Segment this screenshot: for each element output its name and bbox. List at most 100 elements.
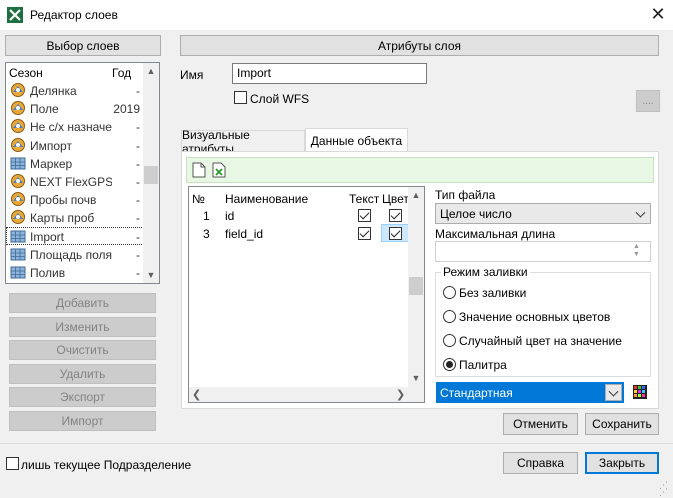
fill-option-label: Случайный цвет на значение bbox=[459, 334, 622, 348]
layer-name: NEXT FlexGPS bbox=[30, 175, 112, 189]
delete-button[interactable]: Удалить bbox=[9, 363, 156, 384]
save-button[interactable]: Сохранить bbox=[585, 413, 659, 435]
name-input[interactable]: Import bbox=[232, 63, 427, 84]
layer-name: Не с/х назначения bbox=[30, 120, 112, 135]
layer-year: - bbox=[136, 84, 140, 98]
layer-list-item[interactable]: Площадь поля 2 - bbox=[6, 245, 144, 263]
radio-button[interactable] bbox=[443, 358, 456, 371]
layer-list-item[interactable]: Пробы почв - bbox=[6, 190, 144, 208]
max-length-input[interactable] bbox=[435, 241, 651, 262]
layer-attributes-header-button[interactable]: Атрибуты слоя bbox=[180, 35, 659, 56]
grid-scroll-up-icon[interactable]: ▲ bbox=[408, 187, 424, 203]
grid-scroll-right-icon[interactable]: ❯ bbox=[396, 388, 405, 401]
new-document-icon[interactable] bbox=[192, 162, 206, 178]
footer-divider bbox=[0, 443, 673, 444]
palette-dropdown-button[interactable] bbox=[605, 384, 622, 401]
scroll-up-arrow-icon[interactable]: ▲ bbox=[143, 63, 159, 79]
edit-button[interactable]: Изменить bbox=[9, 316, 156, 337]
palette-value: Стандартная bbox=[440, 386, 513, 400]
layer-name: Маркер bbox=[30, 156, 73, 171]
grid-vertical-scrollbar[interactable]: ▲ ▼ bbox=[408, 187, 424, 387]
color-checkbox[interactable] bbox=[389, 209, 402, 222]
layer-list-item[interactable]: Делянка - bbox=[6, 81, 144, 99]
fill-option-label: Значение основных цветов bbox=[459, 310, 611, 324]
file-type-select[interactable]: Целое число bbox=[435, 203, 651, 224]
layer-year: - bbox=[136, 193, 140, 208]
layer-name: Импорт bbox=[30, 138, 72, 153]
grid-cell-name[interactable]: field_id bbox=[225, 227, 263, 241]
close-button[interactable]: Закрыть bbox=[585, 452, 659, 474]
layer-list-item[interactable]: Импорт - bbox=[6, 136, 144, 154]
grid-horizontal-scrollbar[interactable]: ❮ ❯ bbox=[189, 387, 424, 402]
add-button[interactable]: Добавить bbox=[9, 293, 156, 313]
grid-header-color[interactable]: Цвет bbox=[382, 192, 409, 206]
export-button[interactable]: Экспорт bbox=[9, 387, 156, 407]
only-current-division-label: лишь текущее Подразделение bbox=[21, 458, 192, 472]
attributes-grid[interactable]: № Наименование Текст Цвет 1 id 3 field_id ▲… bbox=[188, 186, 425, 403]
palette-editor-icon[interactable] bbox=[633, 385, 647, 399]
layer-year: - bbox=[136, 247, 140, 262]
only-current-division-checkbox[interactable] bbox=[6, 457, 19, 470]
grid-layer-icon bbox=[10, 266, 26, 279]
year-column-header[interactable]: Год bbox=[112, 66, 131, 80]
grid-cell-name[interactable]: id bbox=[225, 209, 234, 223]
fill-option-label: Палитра bbox=[459, 358, 507, 372]
polygon-layer-icon bbox=[11, 83, 25, 97]
layer-year: - bbox=[136, 156, 140, 171]
grid-layer-icon bbox=[10, 248, 26, 261]
season-column-header[interactable]: Сезон bbox=[9, 66, 43, 80]
layer-year: - bbox=[136, 138, 140, 153]
text-checkbox[interactable] bbox=[358, 209, 371, 222]
grid-scroll-down-icon[interactable]: ▼ bbox=[408, 370, 424, 386]
delete-document-icon[interactable] bbox=[212, 162, 226, 178]
layer-list-item[interactable]: Полив - bbox=[6, 263, 144, 281]
radio-button[interactable] bbox=[443, 334, 456, 347]
help-button[interactable]: Справка bbox=[503, 452, 578, 474]
chevron-down-icon bbox=[635, 207, 646, 218]
layer-year: 2019 bbox=[113, 102, 140, 117]
wfs-layer-label: Слой WFS bbox=[250, 92, 310, 106]
layer-year: - bbox=[136, 120, 140, 135]
color-checkbox[interactable] bbox=[389, 227, 402, 240]
layer-list-item[interactable]: Import - bbox=[6, 226, 144, 245]
layer-name: Площадь поля 2 bbox=[30, 247, 112, 262]
layer-name: Import bbox=[30, 229, 65, 244]
close-window-button[interactable]: ✕ bbox=[648, 4, 668, 24]
tab-visual-attributes[interactable]: Визуальные атрибуты bbox=[181, 128, 305, 156]
max-length-spinner-icon[interactable]: ▲ ▼ bbox=[633, 243, 640, 259]
layer-list-item[interactable]: NEXT FlexGPS - bbox=[6, 172, 144, 190]
layer-list-item[interactable]: Не с/х назначения - bbox=[6, 117, 144, 135]
radio-button[interactable] bbox=[443, 310, 456, 323]
select-layers-header-button[interactable]: Выбор слоев bbox=[5, 35, 161, 56]
layer-list-item[interactable]: Карты проб - bbox=[6, 208, 144, 226]
scroll-down-arrow-icon[interactable]: ▼ bbox=[143, 267, 159, 283]
layer-list-item[interactable]: Маркер - bbox=[6, 154, 144, 172]
radio-button[interactable] bbox=[443, 286, 456, 299]
layer-list-header: Сезон Год bbox=[6, 63, 144, 81]
wfs-layer-checkbox[interactable] bbox=[234, 91, 247, 104]
resize-grip-icon[interactable]: ⋰ ⋰ bbox=[659, 481, 671, 497]
text-checkbox[interactable] bbox=[358, 227, 371, 240]
layer-list-item[interactable]: Поле 2019 bbox=[6, 99, 144, 117]
clear-button[interactable]: Очистить bbox=[9, 340, 156, 360]
grid-scroll-thumb[interactable] bbox=[409, 277, 423, 295]
grid-header-name[interactable]: Наименование bbox=[225, 192, 308, 206]
layer-year: - bbox=[136, 175, 140, 189]
window-title: Редактор слоев bbox=[30, 8, 118, 22]
grid-scroll-left-icon[interactable]: ❮ bbox=[192, 388, 201, 401]
polygon-layer-icon bbox=[11, 192, 25, 207]
grid-header-number[interactable]: № bbox=[192, 192, 205, 206]
polygon-layer-icon bbox=[11, 174, 25, 188]
grid-header-text[interactable]: Текст bbox=[349, 192, 379, 206]
scroll-thumb[interactable] bbox=[144, 166, 158, 184]
more-options-button[interactable]: .... bbox=[636, 90, 660, 112]
tab-object-data[interactable]: Данные объекта bbox=[305, 128, 408, 152]
import-button[interactable]: Импорт bbox=[9, 410, 156, 431]
polygon-layer-icon bbox=[11, 101, 25, 116]
layer-name: Пробы почв bbox=[30, 193, 97, 208]
layer-list[interactable]: Сезон Год Делянка - Поле 2019 Не с/х назначе… bbox=[5, 62, 160, 284]
polygon-layer-icon bbox=[11, 137, 25, 152]
palette-select[interactable]: Стандартная bbox=[436, 382, 624, 403]
cancel-button[interactable]: Отменить bbox=[503, 413, 578, 435]
layer-list-scrollbar[interactable]: ▲ ▼ bbox=[143, 63, 159, 283]
